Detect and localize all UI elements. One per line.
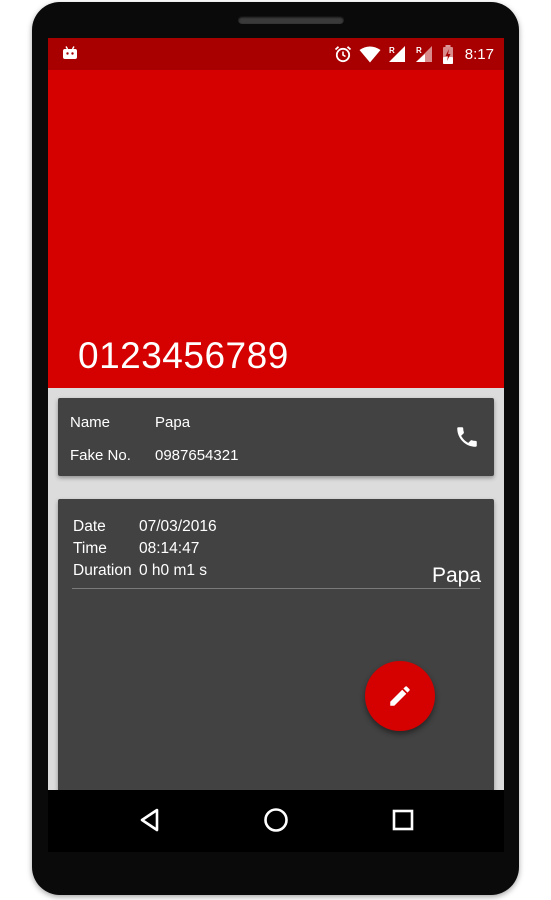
navigation-bar [48,790,504,852]
android-debug-icon [63,46,77,59]
fake-number-label: Fake No. [70,447,131,464]
svg-text:R: R [389,46,395,55]
app-screen: R R 8:17 0123456789 Name Papa Fake No. 0… [48,38,504,790]
app-header: 0123456789 [48,70,504,388]
contact-card[interactable]: Name Papa Fake No. 0987654321 [58,398,494,476]
date-label: Date [73,518,106,535]
recents-icon[interactable] [388,805,418,835]
edit-fab-button[interactable] [365,661,435,731]
phone-number-title: 0123456789 [78,335,289,376]
date-value: 07/03/2016 [139,518,217,535]
pencil-edit-icon [390,686,410,706]
time-label: Time [73,540,107,557]
alarm-icon [334,46,351,63]
back-icon[interactable] [136,805,166,835]
signal-roaming-icon: R [415,46,432,62]
signal-roaming-icon: R [388,46,405,62]
battery-charging-icon [442,44,453,64]
duration-label: Duration [73,562,132,579]
status-icons: R R 8:17 [334,38,494,70]
svg-text:R: R [416,46,422,55]
caller-name: Papa [431,564,481,587]
name-label: Name [70,414,111,431]
status-bar: R R 8:17 [48,38,504,70]
name-value: Papa [155,414,191,431]
phone-speaker [238,16,344,24]
phone-icon[interactable] [454,424,480,450]
wifi-icon [359,46,381,62]
fake-number-value: 0987654321 [155,447,239,464]
duration-value: 0 h0 m1 s [139,562,208,579]
status-clock: 8:17 [464,45,494,63]
time-value: 08:14:47 [139,540,200,557]
call-log-card[interactable]: Date 07/03/2016 Time 08:14:47 Duration 0… [58,499,494,790]
home-icon[interactable] [261,805,291,835]
divider [72,588,480,589]
